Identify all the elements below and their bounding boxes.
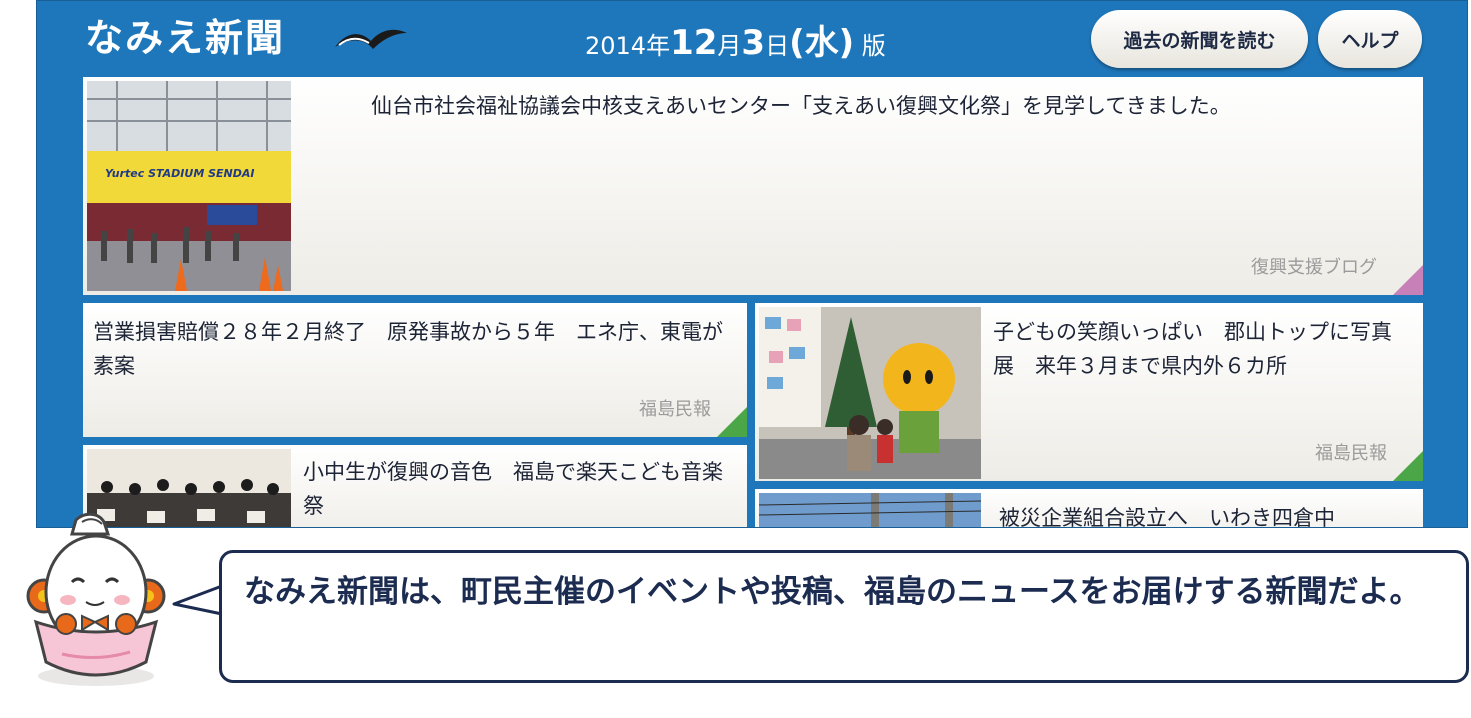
article-source: 福島民報 [639,399,711,420]
date-day: 3 [741,23,766,63]
source-marker [717,407,747,437]
article-card[interactable]: 営業損害賠償２８年２月終了 原発事故から５年 エネ庁、東電が素案 福島民報 [83,303,747,437]
speech-bubble: なみえ新聞は、町民主催のイベントや投稿、福島のニュースをお届けする新聞だよ。 [219,550,1469,683]
date-year-suffix: 年 [646,32,671,60]
article-card[interactable]: 被災企業組合設立へ いわき四倉中 [755,489,1423,527]
stadium-photo: Yurtec STADIUM SENDAI [87,81,291,291]
date-weekday: (水) [789,23,855,63]
article-source: 復興支援ブログ [1251,257,1377,278]
mascot-character-icon [26,512,166,686]
article-headline[interactable]: 子どもの笑顔いっぱい 郡山トップに写真展 来年３月まで県内外６カ所 [993,315,1407,383]
mascot-event-photo [759,307,981,479]
article-card[interactable]: 子どもの笑顔いっぱい 郡山トップに写真展 来年３月まで県内外６カ所 福島民報 [755,303,1423,481]
intro-message: なみえ新聞は、町民主催のイベントや投稿、福島のニュースをお届けする新聞だよ。 [244,574,1421,610]
speech-bubble-tail [172,584,224,616]
date-year: 2014 [585,32,647,60]
source-marker [1393,451,1423,481]
article-headline[interactable]: 被災企業組合設立へ いわき四倉中 [999,501,1409,527]
article-headline[interactable]: 小中生が復興の音色 福島で楽天こども音楽祭 [303,455,723,523]
edition-date: 2014年12月3日(水) 版 [585,23,886,66]
article-card[interactable]: 小中生が復興の音色 福島で楽天こども音楽祭 [83,445,747,527]
logo-title: なみえ新聞 [85,15,286,60]
source-marker [1393,265,1423,295]
date-month-suffix: 月 [717,32,742,60]
utility-pole-photo [759,493,981,527]
past-issues-button[interactable]: 過去の新聞を読む [1091,10,1308,68]
article-source: 福島民報 [1315,443,1387,464]
date-day-suffix: 日 [765,32,790,60]
featured-article-card[interactable]: Yurtec STADIUM SENDAI 仙台市社会福祉協議会中核支えあいセン… [83,77,1423,295]
stadium-sign-text: Yurtec STADIUM SENDAI [105,167,255,180]
help-button[interactable]: ヘルプ [1318,10,1422,68]
article-headline[interactable]: 営業損害賠償２８年２月終了 原発事故から５年 エネ庁、東電が素案 [93,315,723,383]
newspaper-app-window: なみえ新聞 2014年12月3日(水) 版 過去の新聞を読む ヘルプ Yurte… [36,0,1468,528]
seagull-logo-icon [335,29,407,49]
date-edition: 版 [854,32,886,60]
article-headline[interactable]: 仙台市社会福祉協議会中核支えあいセンター「支えあい復興文化祭」を見学してきました… [371,89,1401,123]
date-month: 12 [670,23,718,63]
